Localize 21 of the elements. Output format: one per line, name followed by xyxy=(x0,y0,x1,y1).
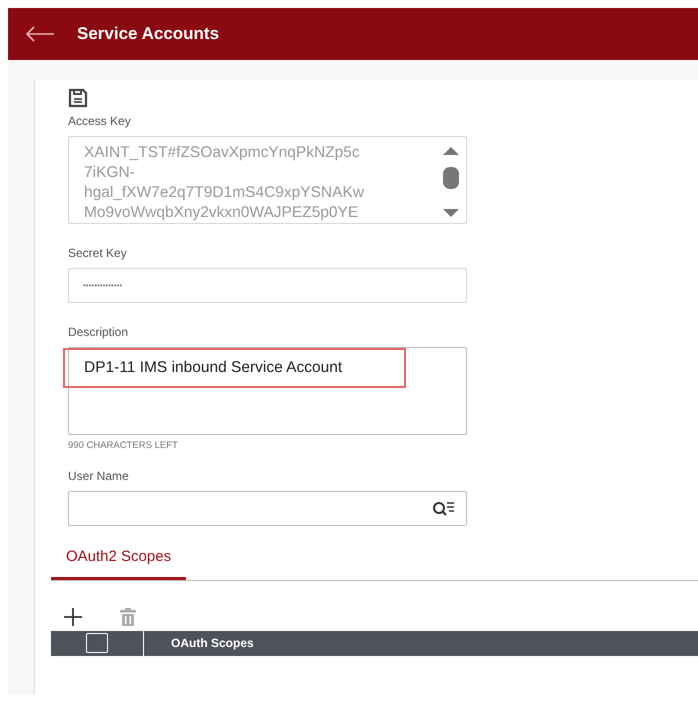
tab[interactable]: OAuth2 Scopes xyxy=(51,546,186,580)
description-text: DP1-11 IMS inbound Service Account xyxy=(83,358,344,378)
key-text-line: 7iKGN- xyxy=(84,163,136,183)
user-name-field[interactable] xyxy=(68,491,467,526)
secret-key-field[interactable]: •••••••••••••• xyxy=(68,268,467,303)
field-label: Secret Key xyxy=(68,245,128,262)
characters-left: 990 CHARACTERS LEFT xyxy=(68,439,179,453)
search-icon[interactable] xyxy=(432,500,456,518)
column-header[interactable]: OAuth Scopes xyxy=(144,634,254,652)
key-text-line: Mo9voWwqbXny2vkxn0WAJPEZ5p0YE xyxy=(84,203,360,223)
save-icon[interactable] xyxy=(68,88,88,108)
field-label: User Name xyxy=(68,468,130,486)
back-arrow-icon[interactable] xyxy=(25,26,55,42)
page-title: Service Accounts xyxy=(77,23,220,46)
field-label: Access Key xyxy=(68,113,132,130)
key-text-line: hgal_fXW7e2q7T9D1mS4C9xpYSNAKw xyxy=(84,183,365,203)
add-icon[interactable] xyxy=(63,606,83,627)
field-label: Description xyxy=(68,324,130,341)
select-all-checkbox[interactable] xyxy=(86,633,108,654)
key-text-line: XAINT_TST#fZSOavXpmcYnqPkNZp5c xyxy=(84,143,361,163)
masked-value: •••••••••••••• xyxy=(83,280,122,292)
